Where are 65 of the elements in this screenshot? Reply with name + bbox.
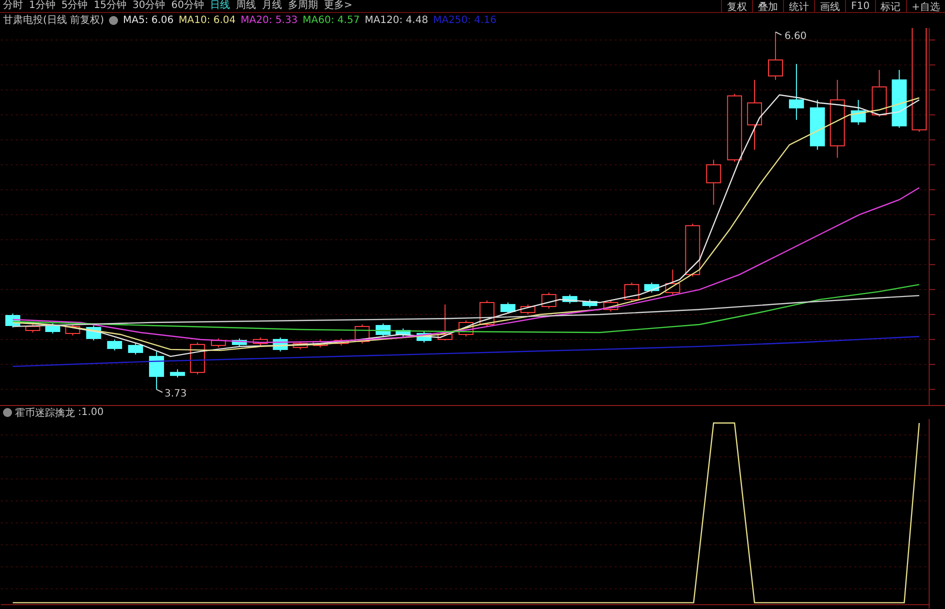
candlestick — [396, 328, 411, 337]
candlestick — [107, 338, 122, 351]
period-tab[interactable]: 多周期 — [284, 0, 321, 12]
moving-average-label: MA5: 6.06 — [122, 14, 174, 26]
moving-average-label: MA60: 4.57 — [302, 14, 360, 26]
stock-title: 甘肃电投(日线 前复权) — [3, 14, 104, 28]
candlestick — [665, 269, 680, 296]
candlestick — [850, 99, 866, 126]
candlestick — [479, 300, 494, 327]
period-tab[interactable]: 更多> — [320, 0, 356, 12]
moving-average-label: MA120: 4.48 — [364, 14, 428, 26]
low-price-label: 3.73 — [164, 388, 187, 400]
moving-average-label: MA20: 5.33 — [240, 14, 298, 26]
candlestick — [65, 324, 80, 336]
moving-average-label: MA10: 6.04 — [178, 14, 236, 26]
moving-average-label: MA250: 4.16 — [433, 14, 496, 26]
candlestick — [706, 159, 722, 206]
candlestick — [272, 336, 288, 352]
candlestick — [292, 340, 308, 350]
candlestick — [747, 79, 762, 150]
candlestick — [727, 93, 742, 162]
period-tab[interactable]: 5分钟 — [58, 0, 91, 12]
candlestick — [312, 338, 328, 348]
candlestick — [416, 330, 432, 343]
indicator-name: 霍币迷踪擒龙 — [15, 406, 75, 420]
candlestick — [685, 223, 700, 278]
candlestick — [458, 320, 474, 337]
candlestick — [149, 350, 164, 390]
candlestick — [190, 342, 205, 375]
candlestick — [562, 294, 578, 304]
candlestick — [582, 299, 598, 308]
period-tab[interactable]: 分时 — [0, 0, 26, 12]
period-tab[interactable]: 日线 — [206, 0, 233, 12]
collapse-icon[interactable] — [108, 16, 118, 25]
candlestick — [252, 336, 268, 346]
leader-line — [156, 388, 164, 393]
candlestick — [768, 31, 783, 80]
collapse-icon[interactable] — [3, 408, 12, 418]
period-tab[interactable]: 15分钟 — [90, 0, 130, 12]
candlestick — [25, 324, 40, 333]
period-tab[interactable]: 1分钟 — [26, 0, 58, 12]
period-tab[interactable]: 周线 — [232, 0, 259, 12]
candlestick — [334, 338, 349, 346]
candlestick — [210, 338, 226, 348]
candlestick — [354, 324, 370, 344]
leader-line — [774, 31, 782, 36]
candlestick — [541, 292, 556, 309]
candlestick — [603, 300, 618, 312]
candlestick — [520, 304, 536, 315]
candlestick — [788, 63, 804, 120]
high-price-label: 6.60 — [784, 30, 807, 42]
indicator-value: :1.00 — [78, 407, 104, 418]
candlestick — [872, 69, 887, 118]
period-tab[interactable]: 30分钟 — [129, 0, 168, 12]
candlestick — [438, 304, 453, 341]
candlestick — [500, 302, 516, 314]
candlestick — [644, 282, 660, 294]
period-tab[interactable]: 60分钟 — [168, 0, 207, 12]
candlestick — [128, 342, 144, 355]
candlestick — [376, 322, 391, 337]
candlestick — [810, 99, 825, 150]
candlestick — [624, 282, 640, 302]
candlestick — [892, 69, 907, 128]
period-tab[interactable]: 月线 — [258, 0, 285, 12]
candlestick — [232, 338, 247, 347]
